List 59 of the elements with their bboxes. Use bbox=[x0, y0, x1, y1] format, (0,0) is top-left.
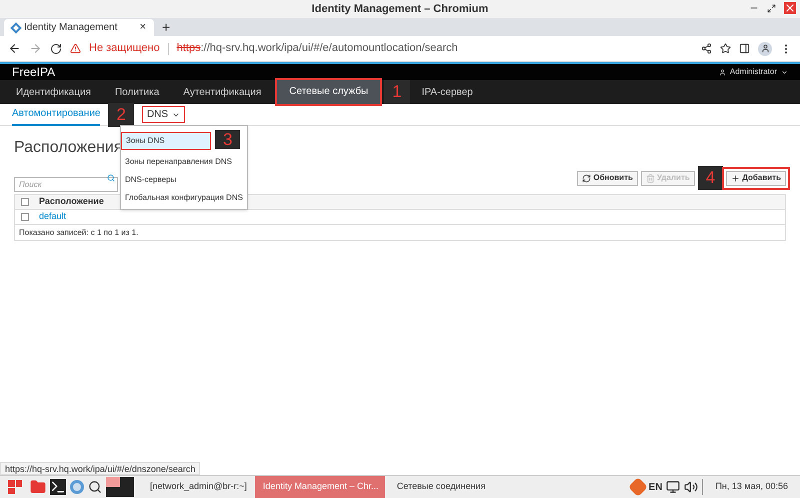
workspace-switcher[interactable] bbox=[106, 477, 134, 497]
row-link[interactable]: default bbox=[39, 210, 66, 224]
page-heading: Расположения bbox=[14, 138, 123, 158]
profile-icon[interactable] bbox=[758, 42, 772, 56]
refresh-button[interactable]: Обновить bbox=[577, 170, 638, 186]
status-url: https://hq-srv.hq.work/ipa/ui/#/e/dnszone/search bbox=[0, 462, 200, 475]
step-marker: 1 bbox=[384, 80, 410, 104]
maximize-icon[interactable] bbox=[767, 4, 776, 12]
back-icon[interactable] bbox=[8, 42, 21, 55]
terminal-window[interactable]: [network_admin@br-r:~] bbox=[146, 480, 251, 494]
nav-tab[interactable]: Идентификация bbox=[4, 84, 103, 100]
start-menu-icon[interactable] bbox=[8, 480, 22, 494]
trash-icon bbox=[646, 174, 655, 182]
user-icon bbox=[718, 68, 726, 76]
window-title: Identity Management – Chromium bbox=[312, 2, 488, 17]
language-indicator[interactable]: EN bbox=[648, 480, 662, 494]
taskbar-window[interactable]: Сетевые соединения bbox=[388, 476, 494, 498]
plus-icon bbox=[731, 174, 740, 182]
chevron-down-icon bbox=[781, 68, 788, 76]
security-warning[interactable]: Не защищено bbox=[89, 40, 160, 57]
network-icon[interactable] bbox=[666, 480, 680, 494]
nav-tab[interactable]: Политика bbox=[102, 84, 172, 100]
search-icon[interactable] bbox=[88, 480, 102, 494]
row-checkbox[interactable] bbox=[21, 213, 29, 221]
side-panel-icon[interactable] bbox=[739, 43, 750, 54]
step-marker: 3 bbox=[215, 130, 240, 149]
clock[interactable]: Пн, 13 мая, 00:56 bbox=[707, 480, 796, 494]
column-header[interactable]: Расположение bbox=[39, 195, 104, 209]
search-field[interactable]: Поиск bbox=[14, 176, 118, 192]
warning-icon bbox=[70, 43, 81, 54]
dropdown-item[interactable]: Глобальная конфигурация DNS bbox=[121, 189, 247, 207]
step-marker: 2 bbox=[108, 102, 134, 126]
star-icon[interactable] bbox=[720, 43, 731, 54]
share-icon[interactable] bbox=[701, 43, 712, 54]
tab-close[interactable]: × bbox=[140, 19, 146, 36]
close-icon[interactable] bbox=[784, 2, 796, 14]
dropdown-item[interactable]: DNS-серверы bbox=[121, 171, 180, 189]
nav-tab[interactable]: IPA-сервер bbox=[410, 84, 485, 100]
refresh-icon bbox=[582, 174, 592, 182]
tab-title: Identity Management bbox=[24, 21, 118, 35]
step-marker: 4 bbox=[698, 166, 724, 190]
subnav-link[interactable]: Автомонтирование bbox=[12, 104, 100, 126]
user-menu[interactable]: Administrator bbox=[718, 66, 788, 78]
nav-tab[interactable]: Аутентификация bbox=[171, 84, 274, 100]
reload-icon[interactable] bbox=[50, 42, 62, 54]
dropdown-item[interactable]: Зоны перенаправления DNS bbox=[121, 153, 236, 171]
select-all-checkbox[interactable] bbox=[21, 198, 29, 206]
freeipa-logo: FreeIPA bbox=[12, 64, 56, 81]
new-tab-button[interactable]: + bbox=[162, 19, 170, 36]
nav-tab[interactable]: Сетевые службы bbox=[277, 80, 380, 104]
volume-icon[interactable] bbox=[684, 480, 698, 494]
folder-icon[interactable] bbox=[30, 479, 46, 495]
terminal-icon[interactable] bbox=[50, 479, 66, 495]
dns-menu[interactable]: DNS bbox=[142, 106, 186, 123]
browser-tab[interactable]: Identity Management × bbox=[4, 19, 154, 36]
address-bar[interactable]: https://hq-srv.hq.work/ipa/ui/#/e/automountlocation/search bbox=[176, 40, 693, 57]
table-footer: Показано записей: с 1 по 1 из 1. bbox=[19, 226, 138, 238]
dropdown-item[interactable]: Зоны DNS bbox=[121, 132, 211, 150]
site-logo-icon bbox=[10, 22, 22, 34]
